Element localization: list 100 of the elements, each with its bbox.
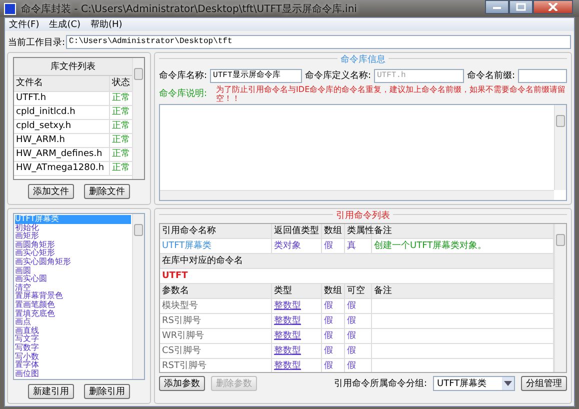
- table-cell: HW_ATmega1280.h: [14, 162, 110, 175]
- warning-text: 为了防止引用命令名与IDE命令库的命令名重复，建议加上命令名前缀，如果不需要命令名前缀请留空！！: [216, 84, 567, 102]
- label: 命令名前缀:: [467, 70, 516, 82]
- list-item[interactable]: 画点: [15, 318, 131, 327]
- label: 命令库名称:: [159, 70, 208, 82]
- menu-item[interactable]: 文件(F): [9, 18, 40, 31]
- scrollbar[interactable]: [132, 58, 144, 179]
- list-item[interactable]: 置画笔颜色: [15, 300, 131, 310]
- table-cell: CS引脚号: [160, 344, 272, 358]
- table-cell: 假: [345, 329, 372, 343]
- table-cell: 假: [322, 344, 345, 358]
- list-item[interactable]: 画实心圆: [15, 275, 131, 284]
- button[interactable]: 删除引用: [84, 384, 130, 399]
- app-icon: [4, 2, 16, 14]
- table-cell: UTFT屏幕类: [160, 239, 272, 253]
- group-title: 命令库信息: [338, 53, 388, 66]
- button[interactable]: 删除文件: [84, 184, 130, 199]
- scrollbar[interactable]: [554, 105, 566, 190]
- label: 命令库说明:: [159, 88, 208, 100]
- list-item[interactable]: 画位图: [15, 370, 131, 378]
- column-header: 类型: [272, 284, 322, 298]
- table-cell: 整数型: [272, 299, 322, 313]
- label: 引用命令所属命令分组:: [334, 378, 427, 390]
- table-cell: 整数型: [272, 329, 322, 343]
- maximize-icon: [516, 3, 526, 11]
- list-item[interactable]: 画直线: [15, 326, 131, 336]
- button[interactable]: 添加参数: [159, 376, 205, 391]
- table-cell: 假: [345, 314, 372, 328]
- list-item[interactable]: 置字体: [15, 361, 131, 370]
- table-cell: cpld_initlcd.h: [14, 106, 110, 119]
- menu-item[interactable]: 生成(C): [49, 18, 81, 31]
- column-header: 引用命令名称: [160, 224, 272, 238]
- table-cell: 真: [345, 239, 372, 253]
- list-item[interactable]: 初始化: [15, 224, 131, 232]
- input-field[interactable]: UTFT显示屏命令库: [210, 68, 302, 82]
- table-cell-text: 正常: [111, 106, 131, 119]
- list-item[interactable]: 清空: [15, 284, 131, 292]
- table-cell: RST引脚号: [160, 359, 272, 372]
- group-title: 引用命令列表: [333, 209, 393, 222]
- text-area[interactable]: [159, 104, 567, 201]
- list-item[interactable]: 画圆: [15, 266, 131, 276]
- column-header: 文件名: [14, 76, 110, 91]
- list-item[interactable]: 画矩形: [15, 232, 131, 241]
- input-field[interactable]: UTFT.h: [374, 68, 464, 82]
- table-cell: WR引脚号: [160, 329, 272, 343]
- button[interactable]: 新建引用: [28, 384, 74, 399]
- table-cell: cpld_setxy.h: [14, 120, 110, 133]
- table-cell: 假: [322, 329, 345, 343]
- button[interactable]: 分组管理: [521, 376, 567, 391]
- scrollbar[interactable]: [160, 190, 554, 200]
- table-cell: HW_ARM.h: [14, 134, 110, 147]
- label: 命令库定义名称:: [304, 70, 371, 82]
- table-title: 库文件列表: [14, 58, 132, 76]
- minimize-button[interactable]: [485, 0, 509, 14]
- list-item[interactable]: 画实心圆角矩形: [15, 258, 131, 267]
- table-cell-text: 正常: [111, 134, 131, 147]
- caret-icon: [502, 377, 514, 390]
- close-icon: [548, 3, 558, 11]
- list-item[interactable]: 置填充底色: [15, 310, 131, 318]
- input-field[interactable]: [518, 68, 567, 82]
- input-field[interactable]: C:\Users\Administrator\Desktop\tft: [66, 35, 571, 49]
- table-cell: 假: [322, 359, 345, 372]
- column-header: 状态: [111, 76, 131, 90]
- table-cell-text: 正常: [111, 162, 131, 175]
- list-item[interactable]: 置屏幕背景色: [15, 292, 131, 301]
- table-cell: 整数型: [272, 359, 322, 372]
- table-cell: 假: [322, 239, 345, 253]
- list-item[interactable]: 写文字: [15, 335, 131, 344]
- table-cell: RS引脚号: [160, 314, 272, 328]
- column-header: 类属性: [345, 224, 372, 238]
- maximize-button[interactable]: [509, 0, 533, 14]
- table-cell-text: 正常: [111, 120, 131, 133]
- menu-item[interactable]: 帮助(H): [90, 18, 122, 31]
- table-cell: 假: [345, 359, 372, 372]
- button[interactable]: 添加文件: [28, 184, 74, 199]
- column-header: 数组: [322, 224, 345, 238]
- column-header: 可空: [345, 284, 372, 298]
- list-item[interactable]: 画圆角矩形: [15, 240, 131, 250]
- close-button[interactable]: [533, 0, 573, 14]
- list-item[interactable]: 写数字: [15, 344, 131, 352]
- scrollbar[interactable]: [132, 214, 144, 379]
- table-cell: 整数型: [272, 314, 322, 328]
- table-cell: 假: [322, 299, 345, 313]
- dropdown[interactable]: UTFT屏幕类: [433, 376, 515, 391]
- minimize-icon: [492, 4, 502, 10]
- table-cell: HW_ARM_defines.h: [14, 148, 110, 161]
- column-header: 参数名: [160, 284, 272, 298]
- table-cell-text: 正常: [111, 148, 131, 161]
- window-title: 命令库封装 - C:\Users\Administrator\Desktop\tft\UTFT显示屏命令库.ini: [21, 2, 358, 16]
- list-item[interactable]: 画实心矩形: [15, 249, 131, 258]
- label: 当前工作目录:: [8, 36, 66, 48]
- table-cell: UTFT.h: [14, 92, 110, 105]
- table-cell: 模块型号: [160, 299, 272, 313]
- table-cell: 类对象: [272, 239, 322, 253]
- table-cell-text: 正常: [111, 92, 131, 105]
- table-cell: 假: [345, 299, 372, 313]
- scrollbar[interactable]: [554, 224, 566, 372]
- column-header: 返回值类型: [272, 224, 322, 238]
- list-item[interactable]: 写小数: [15, 352, 131, 362]
- table-cell: 假: [322, 314, 345, 328]
